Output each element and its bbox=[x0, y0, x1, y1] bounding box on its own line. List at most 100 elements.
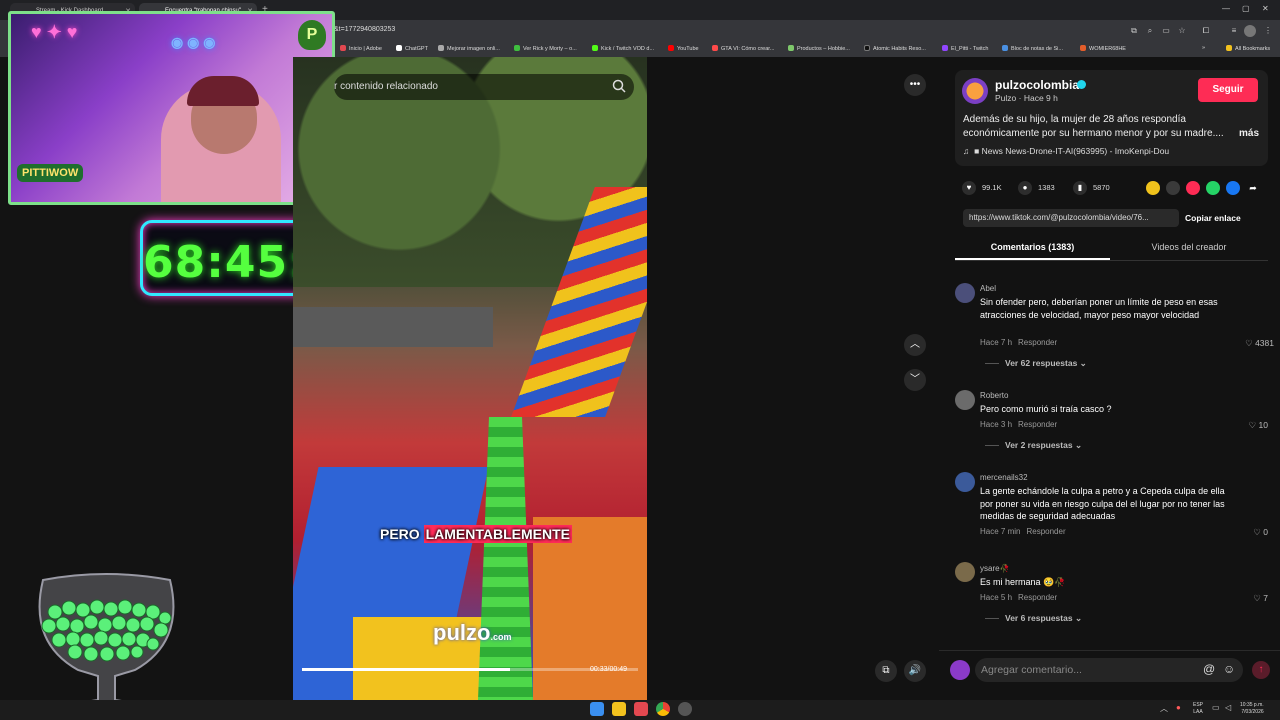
comment-meta: Hace 5 h Responder bbox=[980, 593, 1058, 602]
bookmark-item[interactable]: Kick / Twitch VOD d... bbox=[592, 45, 654, 52]
comment-icon[interactable]: ● bbox=[1018, 181, 1032, 195]
bookmark-item[interactable]: El_Pitti - Twitch bbox=[942, 45, 989, 52]
file-explorer-icon[interactable] bbox=[612, 702, 626, 716]
close-window-icon[interactable]: ✕ bbox=[1262, 4, 1269, 13]
volume-icon[interactable]: 🔊 bbox=[904, 660, 926, 682]
profile-avatar[interactable] bbox=[1244, 25, 1256, 37]
url-field[interactable]: &t=1772940803253 bbox=[334, 26, 395, 33]
comments-stat[interactable]: ● 1383 bbox=[1018, 181, 1055, 195]
bookmark-star-icon[interactable]: ☆ bbox=[1176, 25, 1188, 37]
send-icon[interactable] bbox=[1186, 181, 1200, 195]
bookmark-item[interactable]: Mejorar imagen onli... bbox=[438, 45, 500, 52]
view-replies[interactable]: Ver 2 respuestas ⌄ bbox=[985, 440, 1082, 451]
creator-username[interactable]: pulzocolombia bbox=[995, 78, 1079, 92]
mention-icon[interactable]: @ bbox=[1203, 662, 1215, 676]
mic-icon[interactable]: ● bbox=[1176, 703, 1181, 712]
bookmark-item[interactable]: Ver Rick y Morty – o... bbox=[514, 45, 577, 52]
comment-username[interactable]: Abel bbox=[980, 284, 996, 293]
bookmark-item[interactable]: GTA VI: Cómo crear... bbox=[712, 45, 774, 52]
bookmark-item[interactable]: YouTube bbox=[668, 45, 699, 52]
emoji-icon[interactable]: ☺ bbox=[1223, 662, 1235, 676]
tab-comments[interactable]: Comentarios (1383) bbox=[955, 236, 1110, 260]
bookmark-item[interactable]: Bloc de notas de Si... bbox=[1002, 45, 1063, 52]
bookmark-more-icon[interactable]: » bbox=[1202, 45, 1205, 51]
bookmark-item[interactable]: WOMIER68HE bbox=[1080, 45, 1126, 52]
chrome-icon[interactable] bbox=[656, 702, 670, 716]
comment-text: La gente echándole la culpa a petro y a … bbox=[980, 486, 1225, 521]
windows-start-icon[interactable] bbox=[590, 702, 604, 716]
comment-username[interactable]: Roberto bbox=[980, 391, 1008, 400]
adobe-icon[interactable] bbox=[634, 702, 648, 716]
bookmark-item[interactable]: Atomic Habits Reso... bbox=[864, 45, 926, 52]
likes-stat[interactable]: ♥ 99.1K bbox=[962, 181, 1002, 195]
post-link-field[interactable]: https://www.tiktok.com/@pulzocolombia/vi… bbox=[963, 209, 1179, 227]
comment-like[interactable]: ♡ 4381 bbox=[1238, 338, 1274, 349]
bookmark-item[interactable]: Productos – Hobbie... bbox=[788, 45, 850, 52]
share-arrow-icon[interactable]: ➦ bbox=[1246, 181, 1260, 195]
tab-divider bbox=[955, 260, 1268, 261]
coin-icon[interactable] bbox=[1146, 181, 1160, 195]
slide-green bbox=[478, 417, 533, 700]
all-bookmarks[interactable]: All Bookmarks bbox=[1226, 45, 1270, 52]
music-track[interactable]: ♫ ■ News News-Drone-IT-AI(963995) - ImoK… bbox=[963, 146, 1169, 156]
view-replies[interactable]: Ver 6 respuestas ⌄ bbox=[985, 613, 1082, 624]
extensions-icon[interactable]: ⧠ bbox=[1200, 25, 1212, 37]
cast-icon[interactable]: ▭ bbox=[1160, 25, 1172, 37]
reply-link[interactable]: Responder bbox=[1026, 527, 1065, 536]
facebook-icon[interactable] bbox=[1226, 181, 1240, 195]
chevron-up-icon[interactable]: ︿ bbox=[904, 334, 926, 356]
more-link[interactable]: más bbox=[1239, 127, 1259, 141]
comment-meta: Hace 7 min Responder bbox=[980, 527, 1066, 536]
comment-avatar[interactable] bbox=[955, 283, 975, 303]
comment-avatar[interactable] bbox=[955, 390, 975, 410]
sidebar-icon[interactable]: ≡ bbox=[1228, 25, 1240, 37]
comment-avatar[interactable] bbox=[955, 562, 975, 582]
bookmark-item[interactable]: ChatGPT bbox=[396, 45, 428, 52]
related-search-box[interactable]: r contenido relacionado bbox=[334, 74, 634, 100]
bookmark-icon[interactable]: ▮ bbox=[1073, 181, 1087, 195]
neon-sign: ◉ ◉ ◉ bbox=[171, 34, 216, 50]
follow-button[interactable]: Seguir bbox=[1198, 78, 1258, 102]
language-indicator[interactable]: ESP LAA bbox=[1193, 702, 1203, 716]
bookmark-item[interactable]: Inicio | Adobe bbox=[340, 45, 382, 52]
comment-like[interactable]: ♡ 10 bbox=[1238, 420, 1268, 431]
comment-username[interactable]: ysare🥀 bbox=[980, 564, 1010, 573]
streamer-cap bbox=[187, 76, 259, 106]
tab-creator-videos[interactable]: Videos del creador bbox=[1110, 236, 1268, 260]
reply-link[interactable]: Responder bbox=[1018, 420, 1057, 429]
maximize-icon[interactable]: ▢ bbox=[1242, 4, 1250, 13]
miniplayer-icon[interactable]: ⧉ bbox=[875, 660, 897, 682]
whatsapp-icon[interactable] bbox=[1206, 181, 1220, 195]
view-replies[interactable]: Ver 62 respuestas ⌄ bbox=[985, 358, 1087, 369]
player-side-area bbox=[647, 57, 939, 700]
comment-avatar[interactable] bbox=[955, 472, 975, 492]
comment-username[interactable]: mercenails32 bbox=[980, 473, 1028, 482]
minimize-icon[interactable]: — bbox=[1222, 4, 1230, 13]
cam-logo: PITTIWOW bbox=[17, 164, 84, 182]
post-comment-button[interactable]: ↑ bbox=[1252, 661, 1270, 679]
chevron-down-icon[interactable]: ﹀ bbox=[904, 369, 926, 391]
creator-avatar[interactable] bbox=[962, 78, 988, 104]
reply-link[interactable]: Responder bbox=[1018, 338, 1057, 347]
translate-icon[interactable]: ⧉ bbox=[1128, 25, 1140, 37]
obs-icon[interactable] bbox=[678, 702, 692, 716]
search-icon[interactable] bbox=[612, 79, 626, 93]
webcam-feed: ♥ ✦ ♥ ◉ ◉ ◉ PITTIWOW P bbox=[8, 11, 335, 205]
copy-link-button[interactable]: Copiar enlace bbox=[1185, 209, 1241, 227]
comment-like[interactable]: ♡ 7 bbox=[1238, 593, 1268, 604]
saves-stat[interactable]: ▮ 5870 bbox=[1073, 181, 1110, 195]
embed-icon[interactable] bbox=[1166, 181, 1180, 195]
video-player[interactable] bbox=[293, 57, 647, 700]
comment-like[interactable]: ♡ 0 bbox=[1238, 527, 1268, 538]
system-clock[interactable]: 10:35 p.m. 7/03/2026 bbox=[1240, 702, 1264, 716]
heart-icon[interactable]: ♥ bbox=[962, 181, 976, 195]
reply-link[interactable]: Responder bbox=[1018, 593, 1057, 602]
network-icon[interactable]: ▭ bbox=[1212, 703, 1220, 712]
menu-icon[interactable]: ⋮ bbox=[1262, 25, 1274, 37]
volume-tray-icon[interactable]: ◁ bbox=[1225, 703, 1231, 712]
tray-chevron-icon[interactable]: ︿ bbox=[1160, 703, 1168, 714]
video-progress-bar[interactable] bbox=[302, 668, 638, 671]
zoom-icon[interactable]: ⌕ bbox=[1144, 25, 1156, 37]
more-options-icon[interactable]: ••• bbox=[904, 74, 926, 96]
progress-fill bbox=[302, 668, 511, 671]
